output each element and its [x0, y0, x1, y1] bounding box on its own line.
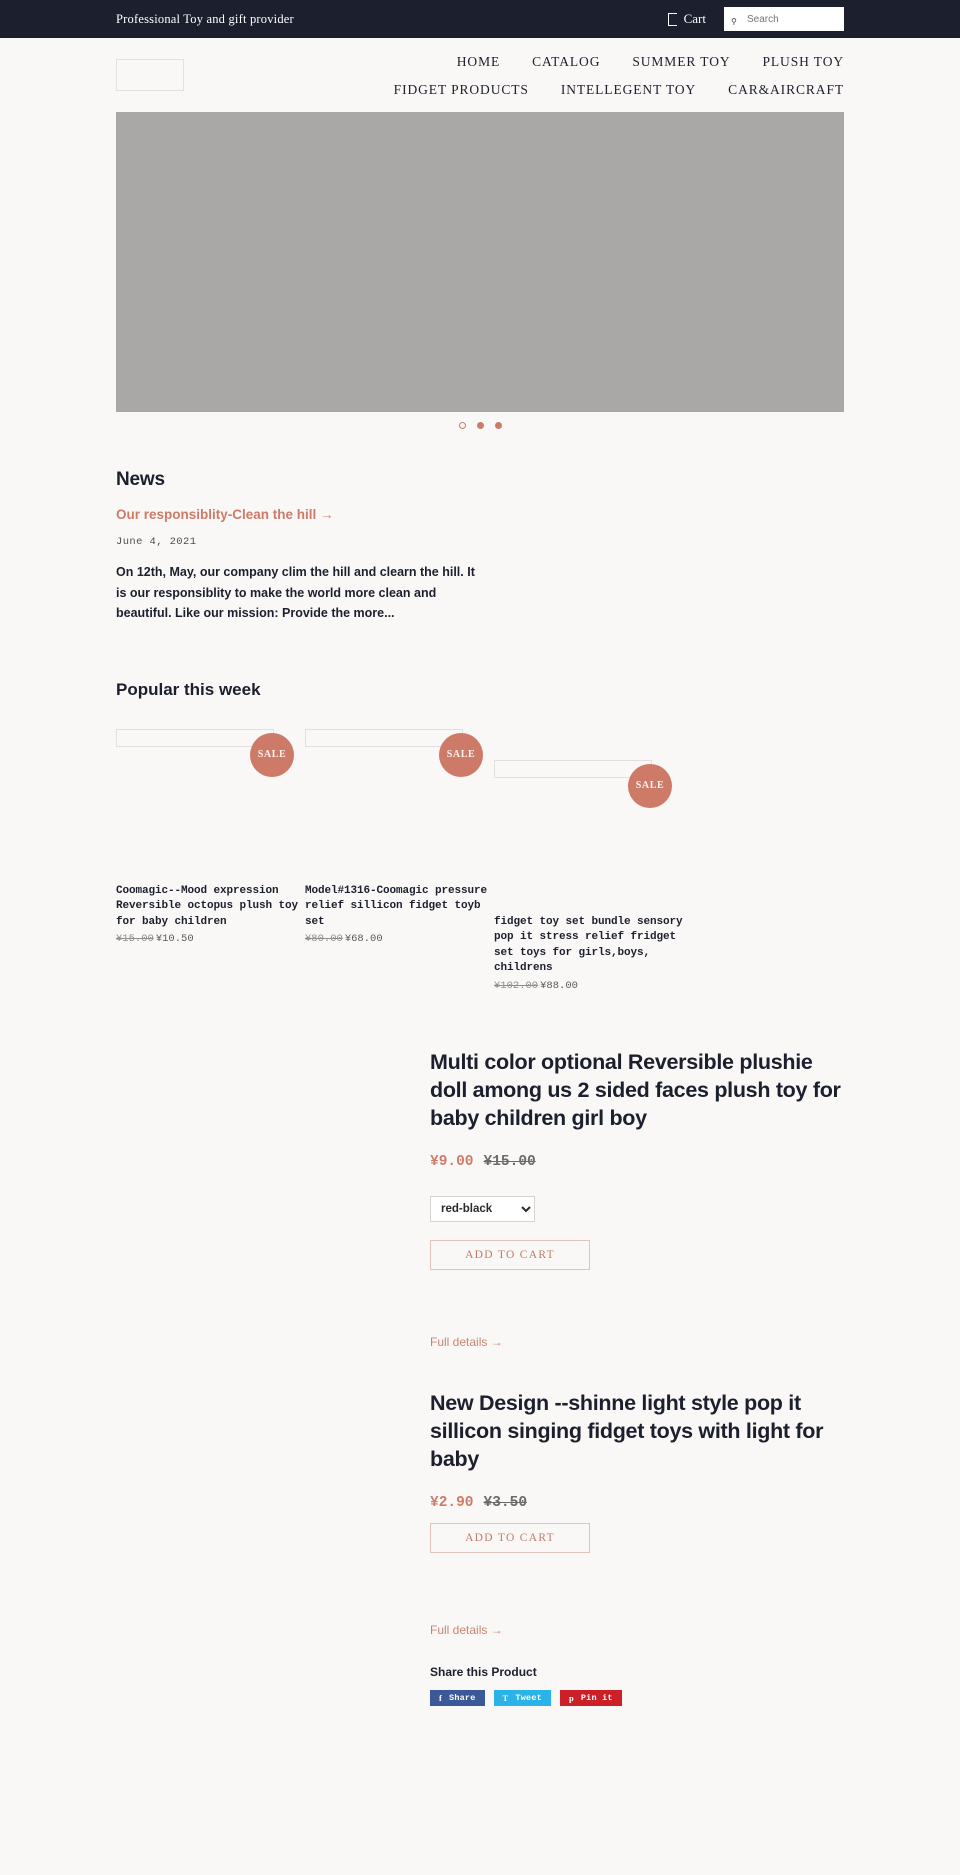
featured-price: ¥2.90 ¥3.50 — [430, 1493, 844, 1511]
nav-item-summer-toy[interactable]: SUMMER TOY — [632, 48, 730, 76]
product-card[interactable]: SALE Model#1316-Coomagic pressure relief… — [305, 712, 494, 992]
popular-section: Popular this week SALE Coomagic--Mood ex… — [116, 680, 844, 992]
sale-badge: SALE — [439, 732, 483, 777]
news-section: News Our responsiblity-Clean the hill → … — [116, 469, 844, 624]
cart-link[interactable]: Cart — [667, 11, 706, 27]
site-logo[interactable] — [116, 59, 184, 91]
product-price-sale: ¥68.00 — [344, 933, 383, 945]
product-image-placeholder — [116, 728, 274, 747]
full-details-link[interactable]: Full details → — [430, 1623, 503, 1637]
share-facebook-label: Share — [449, 1692, 476, 1703]
variant-select[interactable]: red-black — [430, 1195, 535, 1222]
featured-info: New Design --shinne light style pop it s… — [430, 1389, 844, 1706]
product-price-original: ¥80.00 — [305, 933, 343, 945]
product-image-placeholder — [305, 728, 463, 747]
slideshow-dot-2[interactable] — [476, 422, 484, 429]
featured-price-sale: ¥2.90 — [430, 1494, 474, 1511]
slideshow-pagination — [116, 422, 844, 429]
news-date: June 4, 2021 — [116, 536, 197, 548]
product-media: SALE — [494, 759, 683, 915]
add-to-cart-button[interactable]: ADD TO CART — [430, 1522, 590, 1553]
search-box: ⚲ — [724, 7, 844, 31]
main-navigation: HOME CATALOG SUMMER TOY PLUSH TOY FIDGET… — [394, 46, 844, 104]
nav-row-secondary: FIDGET PRODUCTS INTELLEGENT TOY CAR&AIRC… — [394, 76, 844, 104]
popular-heading: Popular this week — [116, 679, 261, 699]
share-facebook-button[interactable]: f Share — [430, 1689, 485, 1706]
featured-product-1: Multi color optional Reversible plushie … — [116, 1048, 844, 1351]
product-media: SALE — [116, 728, 305, 884]
site-header: HOME CATALOG SUMMER TOY PLUSH TOY FIDGET… — [0, 38, 960, 112]
pinterest-icon: p — [568, 1692, 574, 1703]
announcement-bar-inner: Professional Toy and gift provider Cart … — [0, 7, 960, 31]
nav-item-fidget-products[interactable]: FIDGET PRODUCTS — [394, 76, 529, 104]
share-pinterest-label: Pin it — [580, 1692, 613, 1703]
topbar-actions: Cart ⚲ — [667, 7, 844, 31]
product-title: Coomagic--Mood expression Reversible oct… — [116, 884, 299, 928]
product-media: SALE — [305, 728, 494, 884]
sale-badge: SALE — [628, 763, 672, 808]
product-card[interactable]: SALE Coomagic--Mood expression Reversibl… — [116, 712, 305, 992]
featured-image-placeholder — [116, 1048, 430, 1351]
product-price-original: ¥102.00 — [494, 979, 539, 992]
product-title: Model#1316-Coomagic pressure relief sill… — [305, 884, 488, 928]
product-price: ¥15.00 ¥10.50 — [116, 933, 305, 945]
product-price-original: ¥15.00 — [116, 933, 154, 945]
product-price: ¥80.00 ¥68.00 — [305, 933, 494, 945]
announcement-bar: Professional Toy and gift provider Cart … — [0, 0, 960, 38]
nav-item-home[interactable]: HOME — [457, 48, 500, 76]
featured-info: Multi color optional Reversible plushie … — [430, 1048, 844, 1351]
nav-item-plush-toy[interactable]: PLUSH TOY — [763, 48, 845, 76]
product-price-sale: ¥88.00 — [540, 979, 578, 992]
featured-title: New Design --shinne light style pop it s… — [430, 1390, 824, 1471]
full-details-link[interactable]: Full details → — [430, 1335, 503, 1349]
news-article-link[interactable]: Our responsiblity-Clean the hill → — [116, 507, 844, 522]
add-to-cart-button[interactable]: ADD TO CART — [430, 1239, 590, 1270]
popular-product-grid: SALE Coomagic--Mood expression Reversibl… — [116, 712, 844, 992]
nav-row-primary: HOME CATALOG SUMMER TOY PLUSH TOY — [394, 48, 844, 76]
featured-row: New Design --shinne light style pop it s… — [116, 1389, 844, 1706]
share-twitter-button[interactable]: T Tweet — [493, 1689, 551, 1706]
share-heading: Share this Product — [430, 1664, 537, 1679]
cart-icon — [667, 12, 677, 26]
featured-price-sale: ¥9.00 — [430, 1153, 474, 1170]
featured-row: Multi color optional Reversible plushie … — [116, 1048, 844, 1351]
nav-item-intellegent-toy[interactable]: INTELLEGENT TOY — [561, 76, 696, 104]
featured-product-2: New Design --shinne light style pop it s… — [116, 1389, 844, 1706]
product-price-sale: ¥10.50 — [155, 933, 194, 945]
page-container: News Our responsiblity-Clean the hill → … — [0, 469, 960, 1706]
slideshow-dot-1[interactable] — [458, 422, 466, 429]
product-price: ¥102.00 ¥88.00 — [494, 980, 683, 992]
news-excerpt: On 12th, May, our company clim the hill … — [116, 565, 475, 620]
news-heading: News — [116, 469, 165, 490]
twitter-icon: T — [502, 1692, 509, 1703]
sale-badge: SALE — [250, 732, 294, 777]
search-input[interactable] — [724, 7, 844, 31]
share-pinterest-button[interactable]: p Pin it — [559, 1689, 622, 1706]
product-image-placeholder — [494, 759, 652, 778]
nav-item-catalog[interactable]: CATALOG — [532, 48, 600, 76]
featured-title: Multi color optional Reversible plushie … — [430, 1049, 841, 1130]
announcement-message: Professional Toy and gift provider — [116, 11, 294, 26]
featured-price: ¥9.00 ¥15.00 — [430, 1152, 844, 1170]
hero-slideshow[interactable] — [116, 112, 844, 412]
cart-label: Cart — [683, 11, 706, 26]
share-buttons: f Share T Tweet p Pin it — [430, 1689, 844, 1706]
facebook-icon: f — [439, 1692, 443, 1703]
share-twitter-label: Tweet — [515, 1692, 542, 1703]
featured-image-placeholder — [116, 1389, 430, 1706]
product-title: fidget toy set bundle sensory pop it str… — [494, 915, 683, 975]
nav-item-car-aircraft[interactable]: CAR&AIRCRAFT — [728, 76, 844, 104]
product-card[interactable]: SALE fidget toy set bundle sensory pop i… — [494, 712, 683, 992]
featured-price-original: ¥15.00 — [483, 1153, 536, 1170]
slideshow-dot-3[interactable] — [494, 422, 502, 429]
featured-price-original: ¥3.50 — [483, 1494, 528, 1511]
